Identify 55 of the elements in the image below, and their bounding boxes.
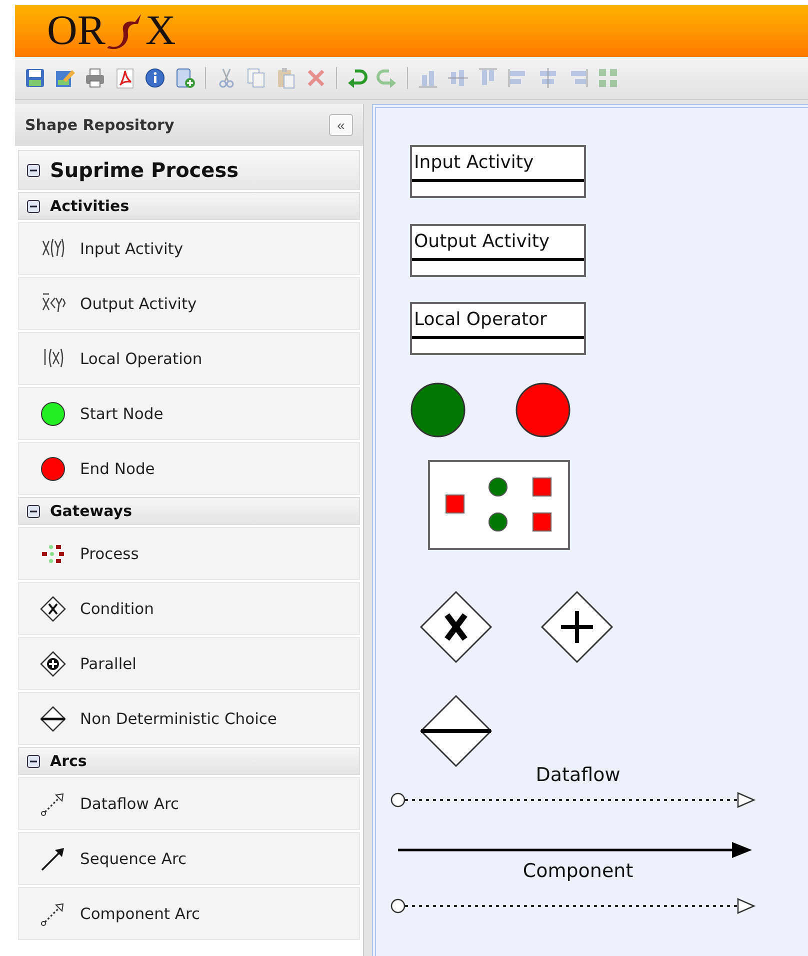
end-node-shape	[515, 382, 571, 438]
logo: OR X	[47, 7, 176, 55]
group-header[interactable]: Gateways	[18, 497, 360, 525]
stencil-header[interactable]: Suprime Process	[18, 150, 360, 190]
group-header[interactable]: Activities	[18, 192, 360, 220]
collapse-icon[interactable]	[27, 200, 40, 212]
clipboard-icon	[275, 67, 297, 89]
arrow-icon	[40, 846, 66, 872]
shape-item[interactable]: Dataflow Arc	[18, 777, 360, 830]
start-node-icon	[40, 400, 66, 426]
stencil-title: Suprime Process	[50, 158, 239, 182]
panel-title: Shape Repository	[25, 116, 174, 134]
diamond-line-icon	[40, 706, 66, 732]
group-title: Activities	[50, 197, 130, 215]
collapse-icon[interactable]	[27, 754, 40, 768]
curved-arrow-icon	[346, 67, 368, 89]
collapse-icon[interactable]	[27, 164, 40, 176]
pencil-document-icon	[54, 67, 76, 89]
activity-label: Output Activity	[412, 226, 584, 261]
align-middle-icon	[447, 67, 469, 89]
collapse-button[interactable]: «	[329, 114, 353, 136]
activity-label: Local Operator	[412, 304, 584, 339]
dotted-arrow-icon	[40, 790, 66, 816]
shape-item[interactable]: Process	[18, 527, 360, 580]
shape-item[interactable]: Start Node	[18, 387, 360, 440]
curved-arrow-icon	[376, 67, 398, 89]
copy-icon	[245, 67, 267, 89]
shape-item[interactable]: Input Activity	[18, 222, 360, 275]
arc-label: Component	[522, 860, 634, 882]
dotted-arrow-icon	[40, 900, 66, 926]
shape-item[interactable]: Local Operation	[18, 332, 360, 385]
shape-item[interactable]: Component Arc	[18, 887, 360, 940]
activity-label: Input Activity	[412, 147, 584, 182]
close-icon	[305, 67, 327, 89]
shape-item[interactable]: Sequence Arc	[18, 832, 360, 885]
group-title: Arcs	[50, 752, 87, 770]
grid-icon	[597, 67, 619, 89]
arc-label: Dataflow	[536, 764, 620, 786]
collapse-icon[interactable]	[27, 504, 40, 518]
shape-item[interactable]: Parallel	[18, 637, 360, 690]
pdf-document-icon	[114, 67, 136, 89]
shape-item[interactable]: Output Activity	[18, 277, 360, 330]
group-title: Gateways	[50, 502, 132, 520]
align-center-icon	[537, 67, 559, 89]
printer-icon	[84, 67, 106, 89]
scroll-plus-icon	[174, 67, 196, 89]
shape-item[interactable]: Condition	[18, 582, 360, 635]
end-node-icon	[40, 456, 66, 482]
start-node-shape	[410, 382, 466, 438]
group-header[interactable]: Arcs	[18, 747, 360, 775]
shape-item[interactable]: End Node	[18, 442, 360, 495]
diamond-x-icon	[40, 596, 66, 622]
shape-item[interactable]: Non Deterministic Choice	[18, 692, 360, 745]
diamond-plus-icon	[40, 650, 66, 676]
info-icon	[144, 67, 166, 89]
